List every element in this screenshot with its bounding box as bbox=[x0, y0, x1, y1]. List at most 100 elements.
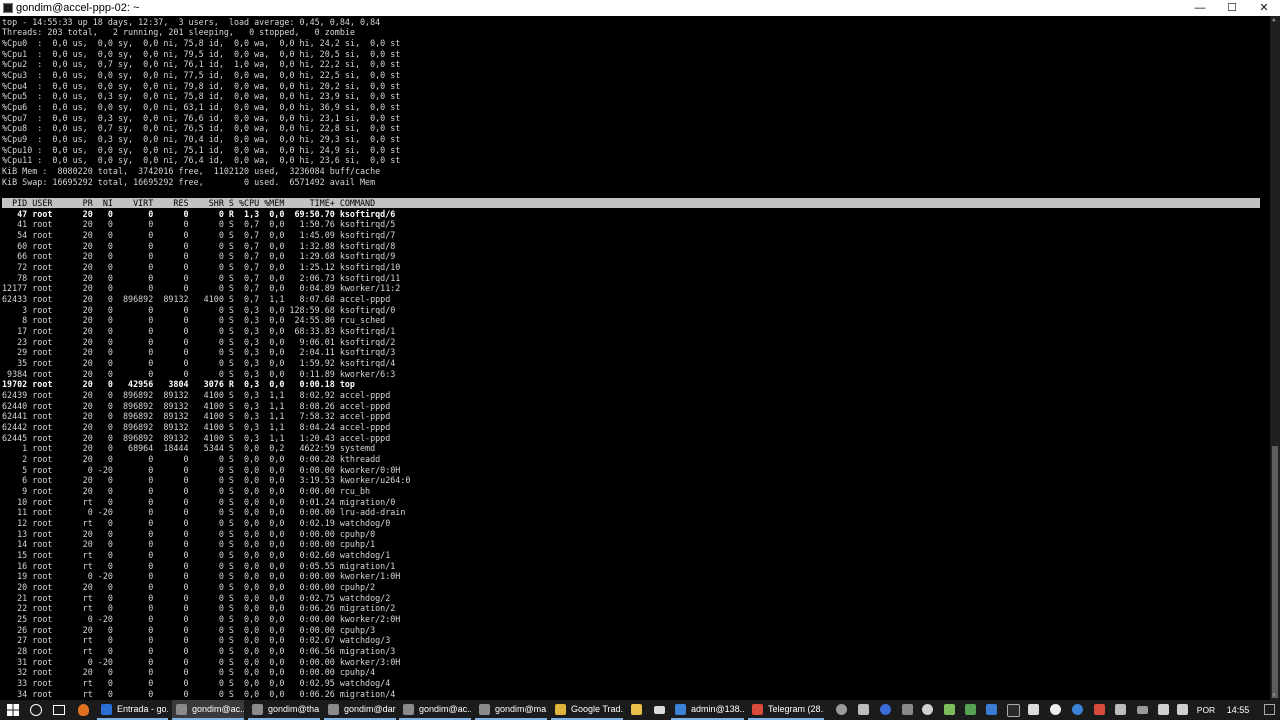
battery-icon[interactable] bbox=[1137, 706, 1148, 714]
process-row: 13 root 20 0 0 0 0 S 0,0 0,0 0:00.00 cpu… bbox=[2, 528, 376, 539]
process-row: 17 root 20 0 0 0 0 S 0,3 0,0 68:33.83 ks… bbox=[2, 325, 396, 336]
mail-icon[interactable] bbox=[654, 706, 665, 714]
onedrive-cloud-icon[interactable] bbox=[1050, 704, 1061, 715]
taskbar-app-button[interactable]: gondim@dar... bbox=[324, 700, 396, 720]
top-summary-line: %Cpu1 : 0,0 us, 0,0 sy, 0,0 ni, 79,5 id,… bbox=[2, 48, 401, 59]
putty-icon bbox=[328, 704, 339, 715]
process-row: 5 root 0 -20 0 0 0 S 0,0 0,0 0:00.00 kwo… bbox=[2, 464, 401, 475]
process-row: 28 root rt 0 0 0 0 S 0,0 0,0 0:06.56 mig… bbox=[2, 646, 396, 657]
taskbar-app-button[interactable]: Telegram (28... bbox=[748, 700, 824, 720]
putty-app-icon[interactable] bbox=[3, 3, 13, 13]
firefox-icon[interactable] bbox=[78, 704, 89, 716]
terminal-scrollbar[interactable]: ▲ ▼ bbox=[1270, 16, 1280, 700]
windows-logo-icon bbox=[7, 704, 19, 716]
file-explorer-icon[interactable] bbox=[631, 704, 642, 715]
network-tool-icon[interactable] bbox=[836, 704, 847, 715]
taskbar-app-button[interactable]: admin@138.... bbox=[671, 700, 744, 720]
app-tray-icon-5[interactable] bbox=[1007, 704, 1020, 717]
process-row: 62441 root 20 0 896892 89132 4100 S 0,3 … bbox=[2, 411, 391, 422]
process-row: 2 root 20 0 0 0 0 S 0,0 0,0 0:00.28 kthr… bbox=[2, 453, 381, 464]
wifi-icon[interactable] bbox=[1158, 704, 1169, 715]
top-summary-line: %Cpu9 : 0,0 us, 0,3 sy, 0,0 ni, 70,4 id,… bbox=[2, 133, 401, 144]
process-row: 26 root 20 0 0 0 0 S 0,0 0,0 0:00.00 cpu… bbox=[2, 624, 376, 635]
process-row: 33 root rt 0 0 0 0 S 0,0 0,0 0:02.95 wat… bbox=[2, 678, 391, 689]
top-summary-line: %Cpu3 : 0,0 us, 0,0 sy, 0,0 ni, 77,5 id,… bbox=[2, 69, 401, 80]
volume-icon[interactable] bbox=[1177, 704, 1188, 715]
window-titlebar[interactable]: gondim@accel-ppp-02: ~ — ☐ ✕ bbox=[0, 0, 1280, 16]
process-row: 12 root rt 0 0 0 0 S 0,0 0,0 0:02.19 wat… bbox=[2, 517, 391, 528]
process-row: 12177 root 20 0 0 0 0 S 0,7 0,0 0:04.89 … bbox=[2, 283, 401, 294]
start-button[interactable] bbox=[6, 703, 20, 717]
scroll-up-icon[interactable]: ▲ bbox=[1272, 17, 1278, 23]
search-icon[interactable] bbox=[30, 704, 42, 716]
process-row: 60 root 20 0 0 0 0 S 0,7 0,0 1:32.88 kso… bbox=[2, 240, 396, 251]
taskbar-app-label: gondim@dar... bbox=[344, 704, 396, 714]
process-row: 32 root 20 0 0 0 0 S 0,0 0,0 0:00.00 cpu… bbox=[2, 667, 376, 678]
app-tray-icon-2[interactable] bbox=[944, 704, 955, 715]
display-icon[interactable] bbox=[1115, 704, 1126, 715]
top-summary-line: %Cpu6 : 0,0 us, 0,0 sy, 0,0 ni, 63,1 id,… bbox=[2, 101, 401, 112]
top-summary-line: %Cpu5 : 0,0 us, 0,3 sy, 0,0 ni, 75,8 id,… bbox=[2, 91, 401, 102]
settings-gear-icon[interactable] bbox=[858, 704, 869, 715]
process-row: 72 root 20 0 0 0 0 S 0,7 0,0 1:25.12 kso… bbox=[2, 261, 401, 272]
language-indicator[interactable]: POR bbox=[1194, 700, 1218, 720]
process-row: 16 root rt 0 0 0 0 S 0,0 0,0 0:05.55 mig… bbox=[2, 560, 396, 571]
app-tray-icon-4[interactable] bbox=[986, 704, 997, 715]
app-tray-icon-6[interactable] bbox=[1028, 704, 1039, 715]
process-row: 62440 root 20 0 896892 89132 4100 S 0,3 … bbox=[2, 400, 391, 411]
taskbar-app-button[interactable]: gondim@ma... bbox=[475, 700, 547, 720]
top-summary-line: %Cpu11 : 0,0 us, 0,0 sy, 0,0 ni, 76,4 id… bbox=[2, 155, 401, 166]
process-row: 20 root 20 0 0 0 0 S 0,0 0,0 0:00.00 cpu… bbox=[2, 582, 376, 592]
taskbar-app-button[interactable]: gondim@tha... bbox=[248, 700, 320, 720]
top-summary-line: KiB Swap: 16695292 total, 16695292 free,… bbox=[2, 176, 376, 187]
top-summary-line: %Cpu4 : 0,0 us, 0,0 sy, 0,0 ni, 79,8 id,… bbox=[2, 80, 401, 91]
browser-icon bbox=[101, 704, 112, 715]
top-summary-line: top - 14:55:33 up 18 days, 12:37, 3 user… bbox=[2, 16, 381, 27]
taskbar-app-label: Google Trad... bbox=[571, 704, 623, 714]
taskbar-app-button[interactable]: gondim@ac... bbox=[399, 700, 471, 720]
terminal-area[interactable]: top - 14:55:33 up 18 days, 12:37, 3 user… bbox=[0, 16, 1270, 700]
putty-icon bbox=[403, 704, 414, 715]
taskbar-clock[interactable]: 14:55 bbox=[1218, 700, 1258, 720]
process-row: 11 root 0 -20 0 0 0 S 0,0 0,0 0:00.00 lr… bbox=[2, 507, 406, 518]
process-row: 31 root 0 -20 0 0 0 S 0,0 0,0 0:00.00 kw… bbox=[2, 656, 401, 667]
putty-icon bbox=[252, 704, 263, 715]
window-title: gondim@accel-ppp-02: ~ bbox=[16, 2, 140, 14]
chrome-tray-icon[interactable] bbox=[880, 704, 891, 715]
notification-icon[interactable] bbox=[1264, 704, 1275, 715]
top-summary-line: %Cpu0 : 0,0 us, 0,0 sy, 0,0 ni, 75,8 id,… bbox=[2, 37, 401, 48]
taskbar-app-label: gondim@ac... bbox=[419, 704, 471, 714]
taskbar-app-button[interactable]: gondim@ac... bbox=[172, 700, 244, 720]
taskbar-app-label: Telegram (28... bbox=[768, 704, 824, 714]
process-row: 62445 root 20 0 896892 89132 4100 S 0,3 … bbox=[2, 432, 391, 443]
maximize-button[interactable]: ☐ bbox=[1216, 0, 1248, 16]
cloud-icon[interactable] bbox=[922, 704, 933, 715]
app-tray-icon-1[interactable] bbox=[902, 704, 913, 715]
taskbar-app-button[interactable]: Entrada - go... bbox=[97, 700, 168, 720]
process-row: 1 root 20 0 68964 18444 5344 S 0,0 0,2 4… bbox=[2, 443, 376, 454]
process-row: 27 root rt 0 0 0 0 S 0,0 0,0 0:02.67 wat… bbox=[2, 635, 391, 646]
bluetooth-icon[interactable] bbox=[1072, 704, 1083, 715]
process-row: 34 root rt 0 0 0 0 S 0,0 0,0 0:06.26 mig… bbox=[2, 688, 396, 699]
taskbar-app-label: gondim@ac... bbox=[192, 704, 244, 714]
process-row: 29 root 20 0 0 0 0 S 0,3 0,0 2:04.11 kso… bbox=[2, 347, 396, 358]
process-row: 47 root 20 0 0 0 0 R 1,3 0,0 69:50.70 ks… bbox=[2, 208, 396, 219]
process-table-header: PID USER PR NI VIRT RES SHR S %CPU %MEM … bbox=[2, 197, 1260, 209]
top-summary-line: Threads: 203 total, 2 running, 201 sleep… bbox=[2, 27, 355, 38]
antivirus-icon[interactable] bbox=[1094, 704, 1105, 715]
telegram-icon bbox=[752, 704, 763, 715]
minimize-button[interactable]: — bbox=[1184, 0, 1216, 16]
taskbar-app-label: gondim@ma... bbox=[495, 704, 547, 714]
scrollbar-thumb[interactable] bbox=[1272, 446, 1278, 698]
chrome-icon bbox=[555, 704, 566, 715]
taskbar-app-label: admin@138.... bbox=[691, 704, 744, 714]
app-tray-icon-3[interactable] bbox=[965, 704, 976, 715]
process-row: 25 root 0 -20 0 0 0 S 0,0 0,0 0:00.00 kw… bbox=[2, 614, 401, 625]
taskbar-app-button[interactable]: Google Trad... bbox=[551, 700, 623, 720]
close-button[interactable]: ✕ bbox=[1248, 0, 1280, 16]
process-row: 9 root 20 0 0 0 0 S 0,0 0,0 0:00.00 rcu_… bbox=[2, 485, 371, 496]
column-header-text: PID USER PR NI VIRT RES SHR S %CPU %MEM … bbox=[2, 197, 376, 208]
process-row: 15 root rt 0 0 0 0 S 0,0 0,0 0:02.60 wat… bbox=[2, 550, 391, 560]
task-view-icon[interactable] bbox=[53, 705, 65, 715]
scroll-down-icon[interactable]: ▼ bbox=[1272, 693, 1278, 699]
